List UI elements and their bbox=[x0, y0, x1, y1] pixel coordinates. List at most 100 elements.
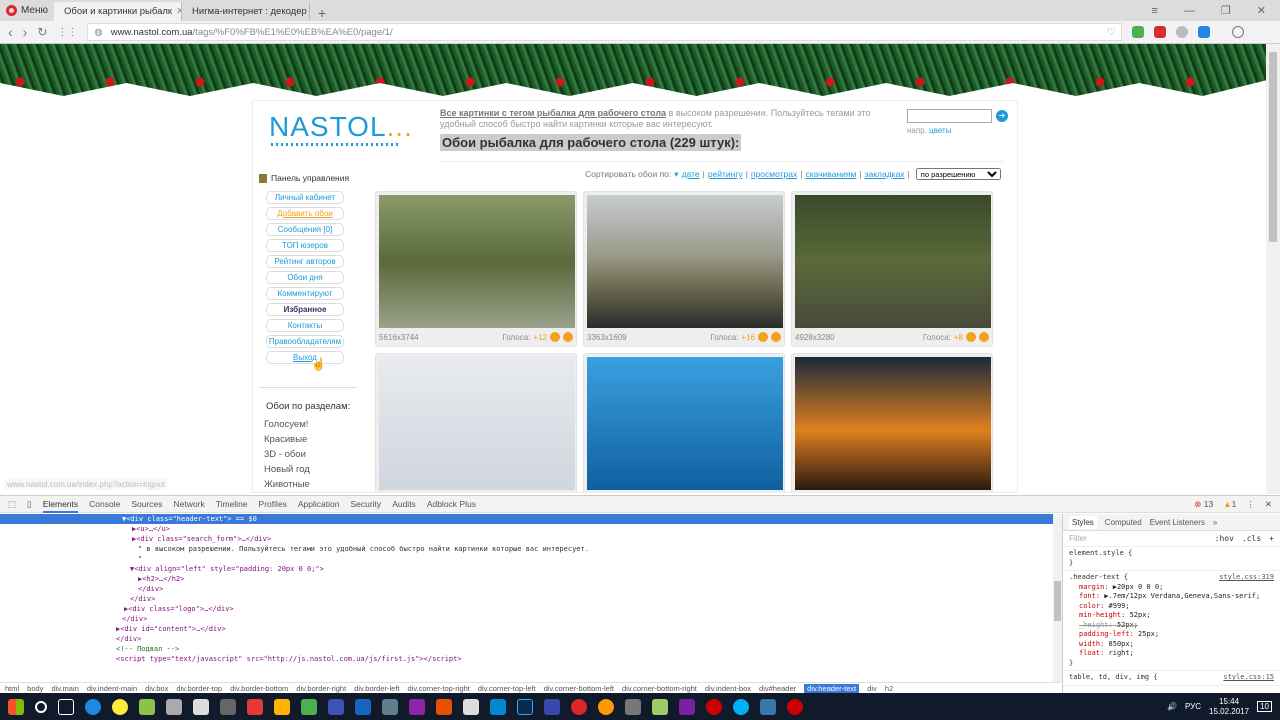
breadcrumb-item[interactable]: div.border-right bbox=[296, 684, 346, 693]
reload-icon[interactable]: ↻ bbox=[37, 25, 47, 39]
breadcrumb-item[interactable]: div.border-top bbox=[176, 684, 222, 693]
python-icon[interactable] bbox=[760, 698, 776, 715]
tab-console[interactable]: Console bbox=[89, 499, 120, 509]
dom-node-selected[interactable]: ▼<div class="header-text"> == $0 bbox=[0, 514, 1055, 524]
url-input[interactable]: ◍ www.nastol.com.ua/tags/%F0%FB%E1%E0%EB%… bbox=[87, 23, 1123, 41]
breadcrumb-item[interactable]: html bbox=[5, 684, 19, 693]
wallpaper-card[interactable]: 4928x3280 Голоса: +8 bbox=[791, 191, 993, 347]
tab-sources[interactable]: Sources bbox=[131, 499, 162, 509]
dom-node[interactable]: </div> bbox=[0, 594, 1055, 604]
breadcrumb-item[interactable]: div.indent-box bbox=[705, 684, 751, 693]
speed-dial-icon[interactable]: ⋮⋮ bbox=[57, 27, 77, 38]
menu-top-users[interactable]: ТОП юзеров bbox=[266, 239, 344, 252]
dom-node[interactable]: </div> bbox=[0, 584, 1055, 594]
style-source-link[interactable]: style.css:15 bbox=[1223, 673, 1274, 683]
header-tag-link[interactable]: Все картинки с тегом рыбалка для рабочег… bbox=[440, 108, 666, 118]
tab-elements[interactable]: Elements bbox=[42, 496, 79, 513]
more-tabs-icon[interactable]: » bbox=[1213, 518, 1217, 527]
record-icon[interactable] bbox=[706, 698, 722, 715]
opera-menu-button[interactable]: Меню bbox=[0, 0, 54, 21]
download-icon[interactable] bbox=[1232, 26, 1245, 38]
tab-nigma[interactable]: Нигма-интернет : декодер✕ bbox=[182, 2, 311, 21]
tab-nastol[interactable]: Обои и картинки рыбалк✕ bbox=[54, 2, 183, 21]
skype-icon[interactable] bbox=[733, 698, 749, 715]
app-icon[interactable] bbox=[490, 698, 506, 715]
like-icon[interactable] bbox=[550, 332, 560, 342]
phpstorm-icon[interactable] bbox=[679, 698, 695, 715]
wallpaper-photo-underwater[interactable] bbox=[587, 357, 783, 490]
volume-icon[interactable]: 🔊 bbox=[1167, 702, 1177, 711]
opera-icon[interactable] bbox=[571, 698, 587, 715]
clock[interactable]: 15:44 15.02.2017 bbox=[1209, 697, 1249, 717]
more-icon[interactable]: ⋮ bbox=[1246, 499, 1255, 510]
wallpaper-photo-sunset[interactable] bbox=[795, 357, 991, 490]
element-style-rule[interactable]: element.style {} bbox=[1063, 547, 1280, 571]
menu-favorites[interactable]: Избранное bbox=[266, 303, 344, 316]
breadcrumb-item[interactable]: div.border-bottom bbox=[230, 684, 288, 693]
css-property[interactable]: padding-left: 25px; bbox=[1069, 630, 1274, 640]
menu-commenting[interactable]: Комментируют bbox=[266, 287, 344, 300]
extension-blue-icon[interactable] bbox=[1198, 26, 1211, 38]
error-count[interactable]: ⊗ 13 bbox=[1194, 499, 1213, 510]
section-link[interactable]: Красивые bbox=[264, 432, 310, 447]
like-icon[interactable] bbox=[758, 332, 768, 342]
wallpaper-card[interactable] bbox=[375, 353, 577, 492]
site-logo[interactable]: NASTOL... bbox=[269, 111, 413, 143]
like-icon[interactable] bbox=[966, 332, 976, 342]
tab-computed[interactable]: Computed bbox=[1105, 518, 1142, 527]
dom-comment[interactable]: <!-- Подвал --> bbox=[0, 644, 1055, 654]
wallpaper-photo-kids-fishing[interactable] bbox=[379, 195, 575, 328]
search-input[interactable] bbox=[907, 109, 992, 123]
search-hint-link[interactable]: цветы bbox=[929, 126, 951, 135]
menu-logout[interactable]: Выход bbox=[266, 351, 344, 364]
app-icon[interactable] bbox=[355, 698, 371, 715]
dom-node[interactable]: ▶<div class="logo">…</div> bbox=[0, 604, 1055, 614]
save-icon[interactable] bbox=[544, 698, 560, 715]
app-icon[interactable] bbox=[436, 698, 452, 715]
tab-timeline[interactable]: Timeline bbox=[216, 499, 248, 509]
language-indicator[interactable]: РУС bbox=[1185, 702, 1201, 711]
close-window-icon[interactable]: ✕ bbox=[1257, 4, 1266, 17]
menu-messages[interactable]: Сообщения [0] bbox=[266, 223, 344, 236]
tab-menu-icon[interactable]: ≡ bbox=[1151, 5, 1157, 17]
dom-node[interactable]: </div> bbox=[0, 614, 1055, 624]
wallpaper-photo-pike[interactable] bbox=[587, 195, 783, 328]
wallpaper-card[interactable]: 3363x1609 Голоса: +16 bbox=[583, 191, 785, 347]
app-icon[interactable] bbox=[328, 698, 344, 715]
photoshop-icon[interactable] bbox=[517, 698, 533, 715]
app-icon[interactable] bbox=[409, 698, 425, 715]
breadcrumb-item[interactable]: div.indent-main bbox=[87, 684, 137, 693]
wallpaper-photo-crocodile[interactable] bbox=[795, 195, 991, 328]
cls-toggle[interactable]: .cls bbox=[1242, 534, 1261, 543]
record-icon[interactable] bbox=[787, 698, 803, 715]
app-icon[interactable] bbox=[112, 698, 128, 715]
css-property[interactable]: margin: ▶20px 0 0 0; bbox=[1069, 583, 1274, 593]
css-property[interactable]: width: 850px; bbox=[1069, 640, 1274, 650]
tab-network[interactable]: Network bbox=[174, 499, 205, 509]
heart-icon[interactable]: ♡ bbox=[1107, 27, 1116, 38]
breadcrumb-item[interactable]: div.border-left bbox=[354, 684, 399, 693]
dom-text-node[interactable]: " bbox=[0, 554, 1055, 564]
search-go-icon[interactable]: ➜ bbox=[996, 110, 1008, 122]
extension-grey-icon[interactable] bbox=[1176, 26, 1189, 38]
menu-copyright-holders[interactable]: Правообладателям bbox=[266, 335, 344, 348]
css-property[interactable]: color: #999; bbox=[1069, 602, 1274, 612]
breadcrumb-item[interactable]: div.corner-bottom-left bbox=[544, 684, 614, 693]
resolution-select[interactable]: по разрешению bbox=[915, 168, 1001, 180]
dislike-icon[interactable] bbox=[771, 332, 781, 342]
header-text-rule[interactable]: style.css:319 .header-text { margin: ▶20p… bbox=[1063, 571, 1280, 671]
section-link[interactable]: Животные bbox=[264, 477, 310, 492]
menu-wallpaper-of-day[interactable]: Обои дня bbox=[266, 271, 344, 284]
app-icon[interactable] bbox=[382, 698, 398, 715]
tab-event-listeners[interactable]: Event Listeners bbox=[1150, 518, 1205, 527]
table-rule[interactable]: style.css:15 table, td, div, img { bbox=[1063, 671, 1280, 686]
dom-node[interactable]: ▶<h2>…</h2> bbox=[0, 574, 1055, 584]
back-icon[interactable]: ‹ bbox=[8, 24, 13, 40]
page-scrollbar[interactable] bbox=[1266, 44, 1280, 494]
section-link[interactable]: Голосуем! bbox=[264, 417, 310, 432]
sort-date[interactable]: дате bbox=[682, 169, 700, 179]
app-icon[interactable] bbox=[301, 698, 317, 715]
wallpaper-card[interactable] bbox=[791, 353, 993, 492]
tab-adblock[interactable]: Adblock Plus bbox=[427, 499, 476, 509]
css-property[interactable]: float: right; bbox=[1069, 649, 1274, 659]
